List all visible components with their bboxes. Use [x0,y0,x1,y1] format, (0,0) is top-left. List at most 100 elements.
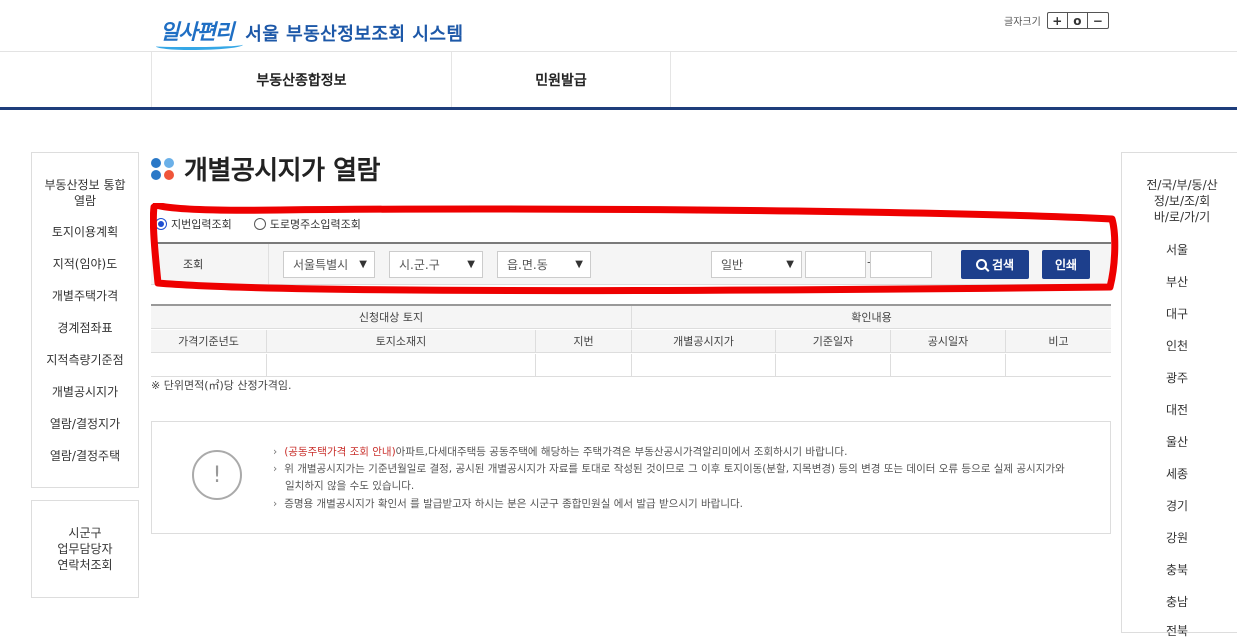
region-link-gyeonggi[interactable]: 경기 [1122,497,1232,514]
radio-road-address-label: 도로명주소입력조회 [269,218,361,231]
radio-jibun[interactable]: 지번입력조회 [155,216,232,232]
sidebar-item-survey-point[interactable]: 지적측량기준점 [32,352,138,368]
group-header-confirm: 확인내용 [632,306,1111,329]
title-dot [164,157,174,168]
chevron-down-icon: ▼ [786,259,794,270]
print-button[interactable]: 인쇄 [1042,250,1090,279]
radio-jibun-circle[interactable] [155,218,167,230]
title-dot [164,169,174,180]
city-select[interactable]: 서울특별시 ▼ [283,251,375,278]
table-cell [632,354,776,377]
region-link-busan[interactable]: 부산 [1122,273,1232,290]
font-decrease-button[interactable]: − [1088,13,1108,28]
info-line-2: › 위 개별공시지가는 기준년월일로 결정, 공시된 개별공시지가 자료를 토대로… [273,461,1065,477]
district-select[interactable]: 시.군.구 ▼ [389,251,483,278]
info-line-3-text: 증명용 개별공시지가 확인서 를 발급받고자 하시는 분은 시군구 종합민원실 … [284,498,743,510]
land-type-select-value: 일반 [721,258,744,272]
region-link-incheon[interactable]: 인천 [1122,337,1232,354]
chevron-down-icon: ▼ [359,259,367,270]
table-cell [891,354,1006,377]
table-cell [1006,354,1111,377]
col-header-base-date: 기준일자 [776,330,891,353]
region-link-chungbuk[interactable]: 충북 [1122,561,1232,578]
info-line-2-text: 위 개별공시지가는 기준년월일로 결정, 공시된 개별공시지가 자료를 토대로 … [284,463,1065,475]
exclamation-icon: ! [192,450,242,500]
radio-jibun-label: 지번입력조회 [171,218,232,231]
info-line-1-text: 아파트,다세대주택등 공동주택에 해당하는 주택가격은 부동산공시가격알리미에서… [395,446,848,458]
region-link-sejong[interactable]: 세종 [1122,465,1232,482]
land-type-select[interactable]: 일반 ▼ [711,251,802,278]
table-cell [776,354,891,377]
radio-road-address-circle[interactable] [253,218,266,230]
chevron-down-icon: ▼ [467,259,475,270]
font-increase-button[interactable]: + [1048,13,1068,28]
sidebar-item-integrated-view[interactable]: 부동산정보 통합 열람 [32,177,138,209]
info-line-2-cont: 일치하지 않을 수도 있습니다. [285,480,415,492]
info-line-3: › 증명용 개별공시지가 확인서 를 발급받고자 하시는 분은 시군구 종합민원실… [273,496,743,512]
table-cell [151,354,267,377]
radio-road-address[interactable]: 도로명주소입력조회 [253,216,361,232]
chevron-right-icon: › [273,463,278,475]
font-size-control: 글자크기 + o − [1004,12,1109,29]
apartment-price-link[interactable]: (공동주택가격 조회 안내) [284,446,395,458]
title-dot [151,157,161,168]
city-select-value: 서울특별시 [293,258,349,272]
font-reset-button[interactable]: o [1068,13,1088,28]
info-line-1: › (공동주택가격 조회 안내)아파트,다세대주택등 공동주택에 해당하는 주택가… [273,444,847,460]
region-link-jeonbuk[interactable]: 전북 [1122,622,1232,639]
search-button[interactable]: 검색 [961,250,1029,279]
col-header-notice-date: 공시일자 [891,330,1006,353]
town-select[interactable]: 읍.면.동 ▼ [497,251,591,278]
unit-note: ※ 단위면적(㎡)당 산정가격임. [151,379,292,392]
col-header-location: 토지소재지 [267,330,536,353]
title-dot [151,169,161,180]
chevron-right-icon: › [273,498,278,510]
sidebar-item-house-price[interactable]: 개별주택가격 [32,288,138,304]
table-cell [267,354,536,377]
sidebar-item-land-price[interactable]: 개별공시지가 [32,384,138,400]
left-sidebar: 부동산정보 통합 열람 토지이용계획 지적(임야)도 개별주택가격 경계점좌표 … [31,152,139,488]
sub-number-input[interactable] [870,251,932,278]
sidebar-item-boundary-coords[interactable]: 경계점좌표 [32,320,138,336]
nav-item-civil-issuance[interactable]: 민원발급 [451,52,671,107]
region-link-daejeon[interactable]: 대전 [1122,401,1232,418]
search-button-label: 검색 [991,258,1015,272]
font-size-buttons: + o − [1046,12,1109,29]
search-type-radios: 지번입력조회 도로명주소입력조회 [155,216,383,232]
group-header-target-land: 신청대상 토지 [151,306,632,329]
table-cell [536,354,632,377]
region-link-daegu[interactable]: 대구 [1122,305,1232,322]
sidebar-item-land-use-plan[interactable]: 토지이용계획 [32,224,138,240]
right-sidebar: 전/국/부/동/산 정/보/조/회 바/로/가/기 서울 부산 대구 인천 광주… [1121,152,1237,638]
region-link-ulsan[interactable]: 울산 [1122,433,1232,450]
page-title-wrap: 개별공시지가 열람 [151,150,380,187]
region-link-gwangju[interactable]: 광주 [1122,369,1232,386]
sidebar-item-cadastral-map[interactable]: 지적(임야)도 [32,256,138,272]
region-link-seoul[interactable]: 서울 [1122,241,1232,258]
col-header-remarks: 비고 [1006,330,1111,353]
region-link-chungnam[interactable]: 충남 [1122,593,1232,610]
main-number-input[interactable] [805,251,866,278]
col-header-land-price: 개별공시지가 [632,330,776,353]
contact-lookup-button[interactable]: 시군구 업무담당자 연락처조회 [31,500,139,598]
info-box: ! › (공동주택가격 조회 안내)아파트,다세대주택등 공동주택에 해당하는 주… [151,421,1111,534]
town-select-value: 읍.면.동 [507,258,548,272]
title-dots-icon [151,157,175,180]
site-logo[interactable]: 일사편리 서울 부동산정보조회 시스템 [155,0,464,50]
font-size-label: 글자크기 [1004,17,1041,28]
result-table: 신청대상 토지 확인내용 가격기준년도 토지소재지 지번 개별공시지가 기준일자… [151,304,1111,377]
shortcut-title: 전/국/부/동/산 정/보/조/회 바/로/가/기 [1146,178,1218,224]
search-bar: 조회 서울특별시 ▼ 시.군.구 ▼ 읍.면.동 ▼ 일반 ▼ - 검색 인쇄 [151,242,1111,285]
region-link-gangwon[interactable]: 강원 [1122,529,1232,546]
logo-text: 서울 부동산정보조회 시스템 [245,24,464,45]
page-title: 개별공시지가 열람 [184,156,380,186]
sidebar-item-decided-house-price[interactable]: 열람/결정주택 [32,448,138,464]
col-header-year: 가격기준년도 [151,330,267,353]
search-icon [975,259,987,270]
table-row [151,354,1111,377]
nav-item-real-estate-info[interactable]: 부동산종합정보 [151,52,451,107]
chevron-down-icon: ▼ [575,259,583,270]
search-label: 조회 [151,244,269,284]
sidebar-item-decided-land-price[interactable]: 열람/결정지가 [32,416,138,432]
chevron-right-icon: › [273,446,278,458]
